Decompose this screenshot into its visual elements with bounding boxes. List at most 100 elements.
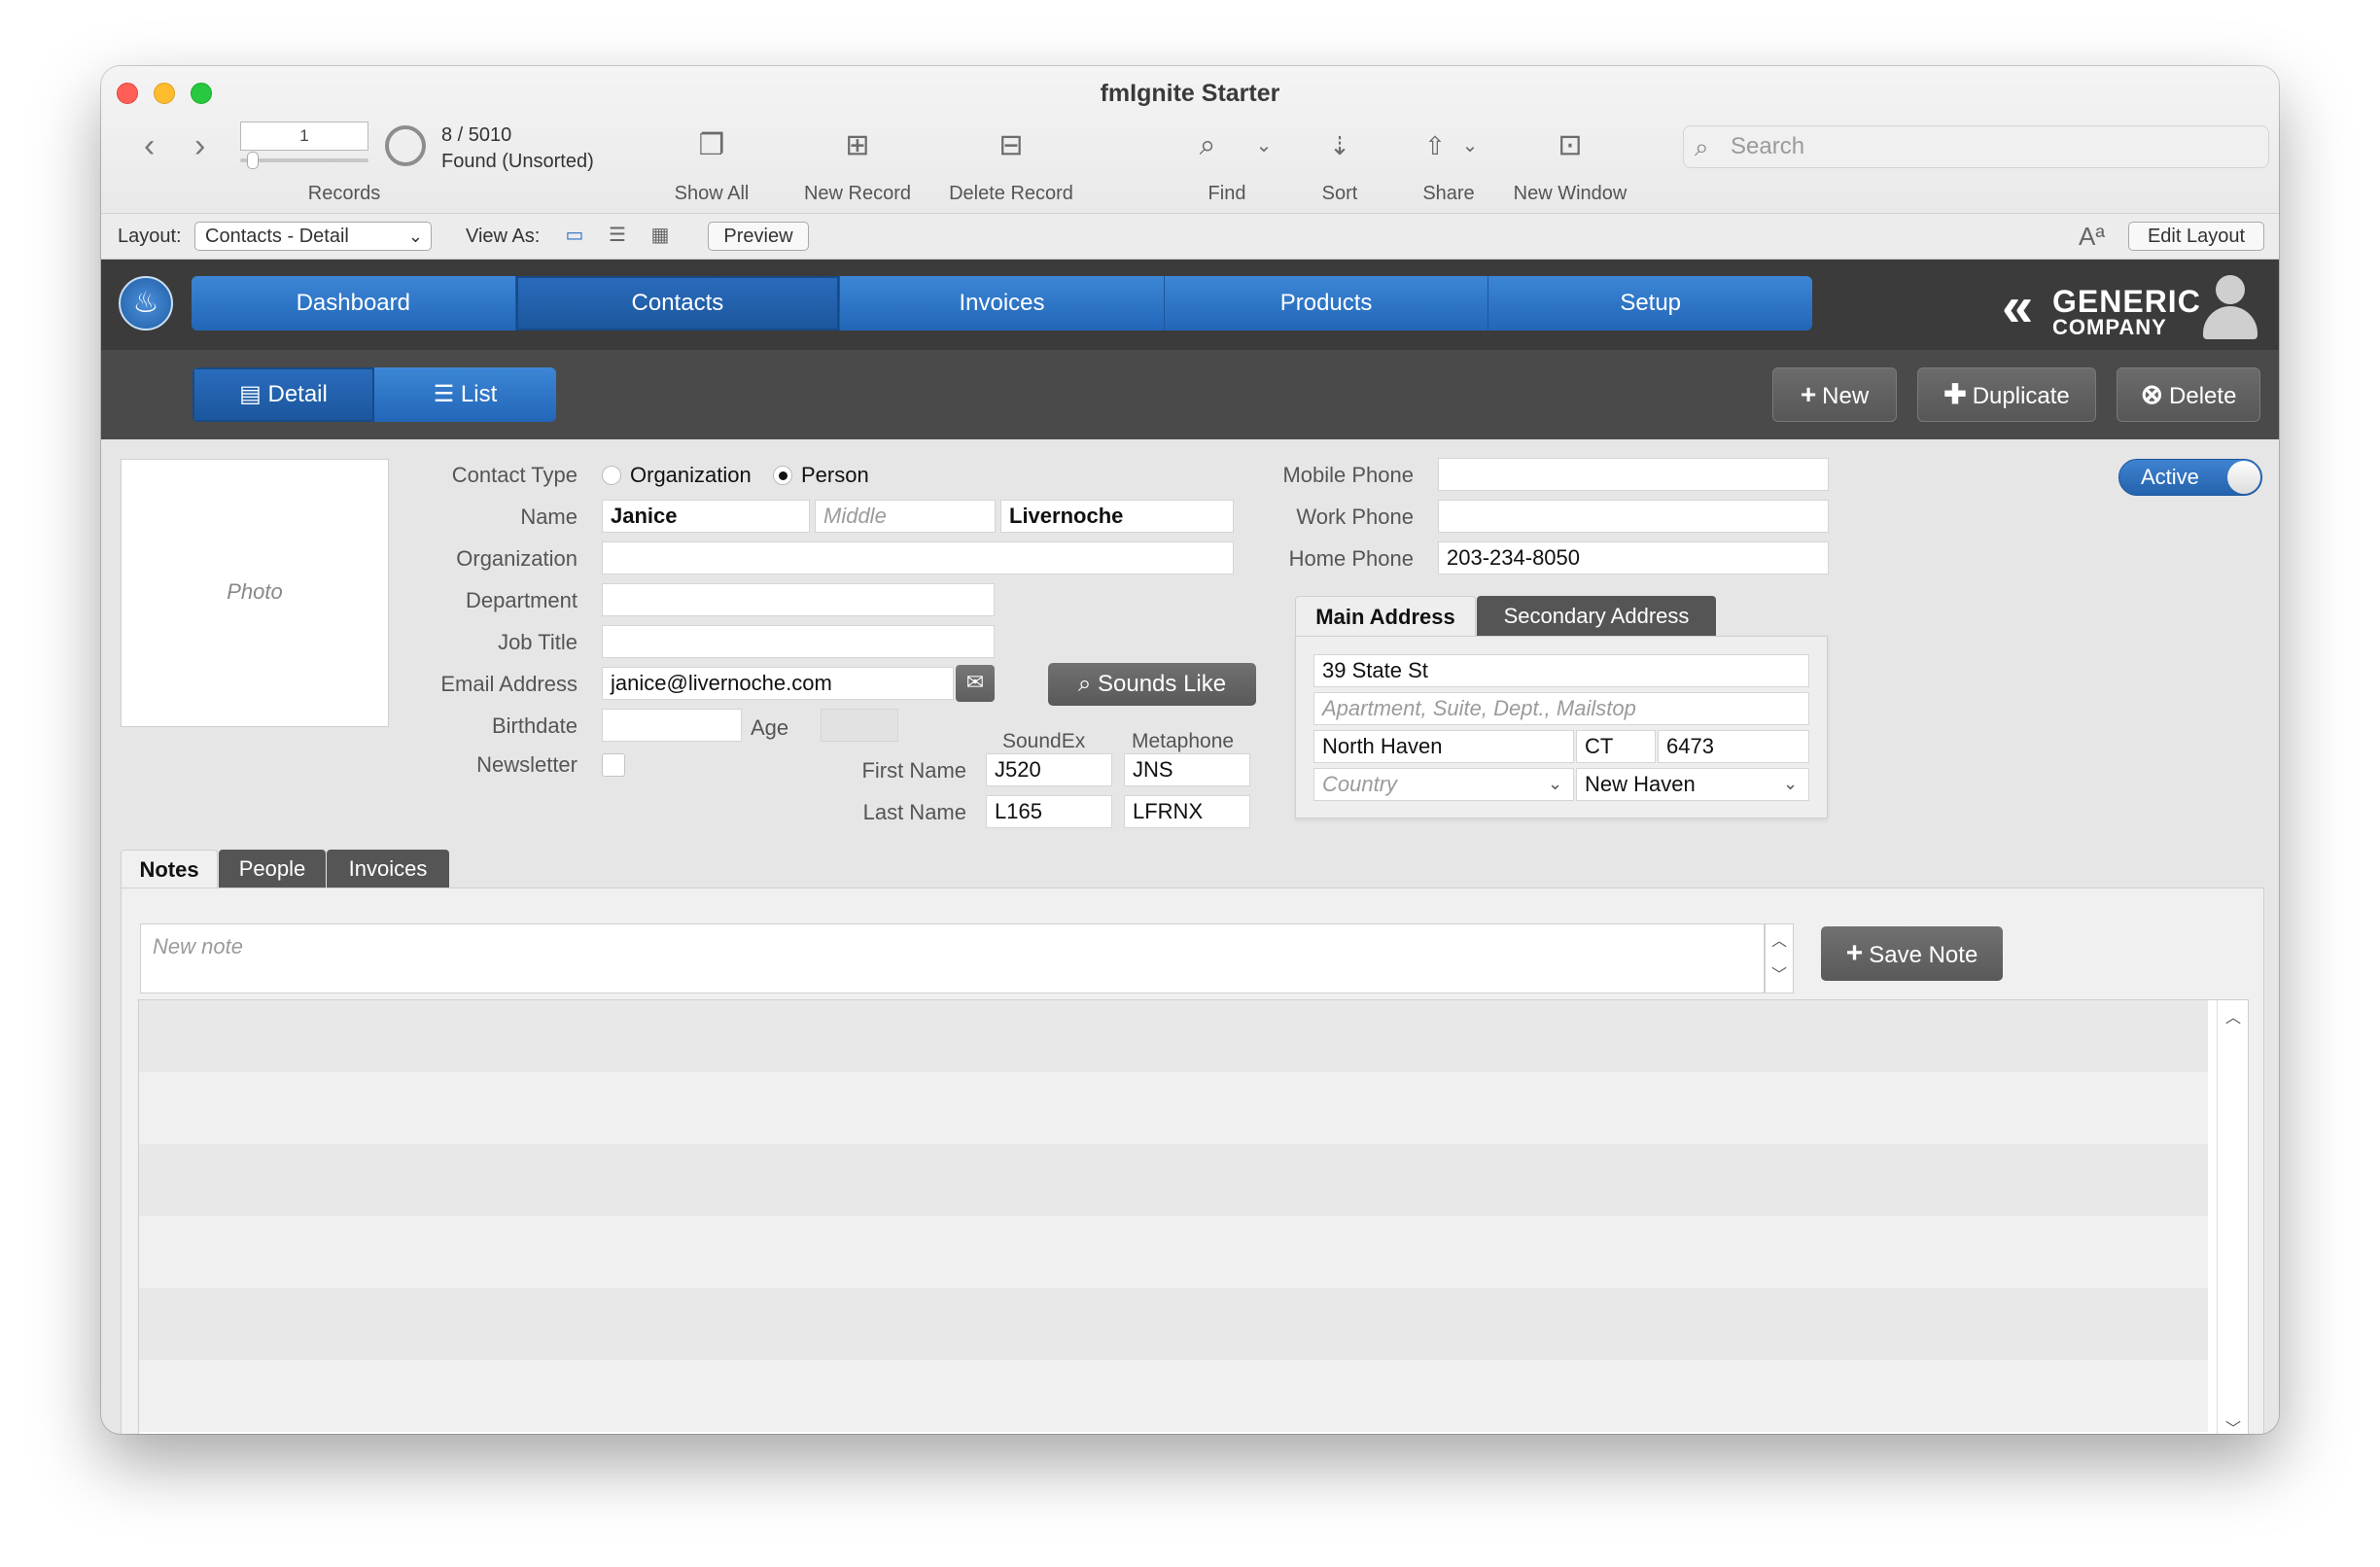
next-record-icon[interactable]: › (194, 126, 205, 165)
birthdate-field[interactable] (602, 709, 742, 742)
mobile-phone-field[interactable] (1438, 458, 1829, 491)
work-phone-field[interactable] (1438, 500, 1829, 533)
tab-invoices-portal[interactable]: Invoices (327, 850, 449, 888)
search-input[interactable]: Search (1683, 125, 2269, 168)
share-button[interactable]: Share (1400, 183, 1497, 205)
tab-main-address[interactable]: Main Address (1295, 596, 1476, 637)
list-view-button[interactable]: ☰ List (374, 367, 556, 422)
birthdate-label: Birthdate (491, 714, 578, 738)
share-menu-chevron-icon[interactable]: ⌄ (1458, 126, 1482, 165)
new-window-icon[interactable]: ⊡ (1546, 126, 1594, 165)
list-item[interactable] (139, 1072, 2208, 1144)
department-field[interactable] (602, 583, 995, 616)
street-field[interactable]: 39 State St (1313, 654, 1809, 687)
chevron-up-icon[interactable]: ︿ (2218, 1004, 2248, 1027)
detail-view-button[interactable]: ▤ Detail (192, 367, 374, 422)
sounds-like-button[interactable]: ⌕ Sounds Like (1048, 663, 1256, 706)
middle-name-field[interactable]: Middle (815, 500, 996, 533)
person-radio-label[interactable]: Person (801, 463, 869, 488)
user-avatar-icon[interactable] (2201, 275, 2259, 341)
first-name-field[interactable]: Janice (602, 500, 810, 533)
save-note-button[interactable]: + Save Note (1821, 926, 2003, 981)
sort-icon[interactable]: ⇣ (1320, 126, 1359, 165)
list-view-icon[interactable]: ☰ (605, 225, 630, 246)
record-slider-thumb[interactable] (247, 152, 259, 169)
new-record-button[interactable]: New Record (780, 183, 935, 205)
edit-layout-button[interactable]: Edit Layout (2128, 222, 2264, 251)
list-label: List (460, 381, 498, 407)
show-all-button[interactable]: Show All (648, 183, 775, 205)
find-icon[interactable]: ⌕ (1186, 126, 1229, 165)
state-field[interactable]: CT (1576, 730, 1656, 763)
show-all-icon[interactable]: ❐ (682, 126, 741, 165)
tab-dashboard[interactable]: Dashboard (192, 276, 516, 331)
layout-select[interactable]: Contacts - Detail ⌄ (194, 222, 432, 251)
new-contact-button[interactable]: + New (1772, 367, 1897, 422)
chevron-down-icon: ⌄ (1548, 774, 1563, 793)
found-status: Found (Unsorted) (441, 151, 594, 172)
tab-people[interactable]: People (219, 850, 326, 888)
main-navigation: ♨ Dashboard Contacts Invoices Products S… (101, 260, 2279, 350)
organization-field[interactable] (602, 541, 1234, 575)
find-menu-chevron-icon[interactable]: ⌄ (1252, 126, 1276, 165)
chevron-down-icon[interactable]: ﹀ (1766, 959, 1793, 992)
preview-button[interactable]: Preview (708, 222, 809, 251)
note-scrollbar[interactable]: ︿ ﹀ (1765, 923, 1794, 993)
delete-record-button[interactable]: Delete Record (928, 183, 1094, 205)
list-item[interactable] (139, 1000, 2208, 1072)
delete-record-icon[interactable]: ⊟ (982, 126, 1040, 165)
city-field[interactable]: North Haven (1313, 730, 1574, 763)
organization-radio-label[interactable]: Organization (630, 463, 752, 488)
tab-notes[interactable]: Notes (121, 850, 218, 888)
organization-radio[interactable] (602, 466, 621, 485)
new-window-button[interactable]: New Window (1492, 183, 1648, 205)
delete-contact-button[interactable]: ⊗ Delete (2117, 367, 2260, 422)
form-view-icon[interactable]: ▭ (562, 225, 587, 246)
photo-container[interactable]: Photo (121, 459, 389, 727)
app-window: fmIgnite Starter ‹ › 1 8 / 5010 Found (U… (101, 66, 2279, 1434)
tab-setup[interactable]: Setup (1488, 276, 1812, 331)
county-select[interactable]: New Haven (1576, 768, 1809, 801)
tab-invoices[interactable]: Invoices (840, 276, 1165, 331)
job-title-label: Job Title (498, 630, 578, 654)
send-email-icon[interactable]: ✉ (956, 665, 995, 702)
record-number-input[interactable]: 1 (240, 122, 368, 151)
tab-contacts[interactable]: Contacts (515, 276, 841, 331)
table-view-icon[interactable]: ▦ (648, 225, 673, 246)
home-phone-field[interactable]: 203-234-8050 (1438, 541, 1829, 575)
duplicate-contact-button[interactable]: ✚ Duplicate (1917, 367, 2096, 422)
delete-label: Delete (2169, 383, 2237, 409)
chevron-down-icon[interactable]: ﹀ (2218, 1415, 2248, 1434)
job-title-field[interactable] (602, 625, 995, 658)
notes-portal: ︿ ﹀ (138, 999, 2249, 1434)
share-icon[interactable]: ⇧ (1416, 126, 1454, 165)
person-radio[interactable] (773, 466, 792, 485)
tab-secondary-address[interactable]: Secondary Address (1477, 596, 1716, 637)
email-label: Email Address (440, 672, 578, 696)
country-select[interactable]: Country (1313, 768, 1574, 801)
layout-bar: Layout: Contacts - Detail ⌄ View As: ▭ ☰… (101, 213, 2279, 260)
street2-field[interactable]: Apartment, Suite, Dept., Mailstop (1313, 692, 1809, 725)
nav-tabs: Dashboard Contacts Invoices Products Set… (192, 276, 1812, 331)
zip-field[interactable]: 6473 (1658, 730, 1809, 763)
portal-scrollbar[interactable]: ︿ ﹀ (2217, 1000, 2248, 1434)
new-record-icon[interactable]: ⊞ (828, 126, 887, 165)
tab-products[interactable]: Products (1165, 276, 1489, 331)
find-button[interactable]: Find (1169, 183, 1285, 205)
list-item[interactable] (139, 1360, 2208, 1432)
chevron-up-icon[interactable]: ︿ (1766, 924, 1793, 959)
record-slider[interactable] (240, 158, 368, 162)
email-field[interactable]: janice@livernoche.com (602, 667, 954, 700)
list-item[interactable] (139, 1288, 2208, 1360)
font-size-icon[interactable]: Aª (2079, 222, 2105, 252)
toolbar: fmIgnite Starter ‹ › 1 8 / 5010 Found (U… (101, 66, 2279, 213)
last-name-field[interactable]: Livernoche (1000, 500, 1234, 533)
list-item[interactable] (139, 1144, 2208, 1216)
flame-logo-icon[interactable]: ♨ (119, 276, 173, 331)
sort-button[interactable]: Sort (1296, 183, 1383, 205)
previous-record-icon[interactable]: ‹ (144, 126, 155, 165)
active-toggle[interactable]: Active (2118, 459, 2262, 496)
newsletter-checkbox[interactable] (602, 753, 625, 777)
new-note-input[interactable]: New note (140, 923, 1765, 993)
list-item[interactable] (139, 1216, 2208, 1288)
